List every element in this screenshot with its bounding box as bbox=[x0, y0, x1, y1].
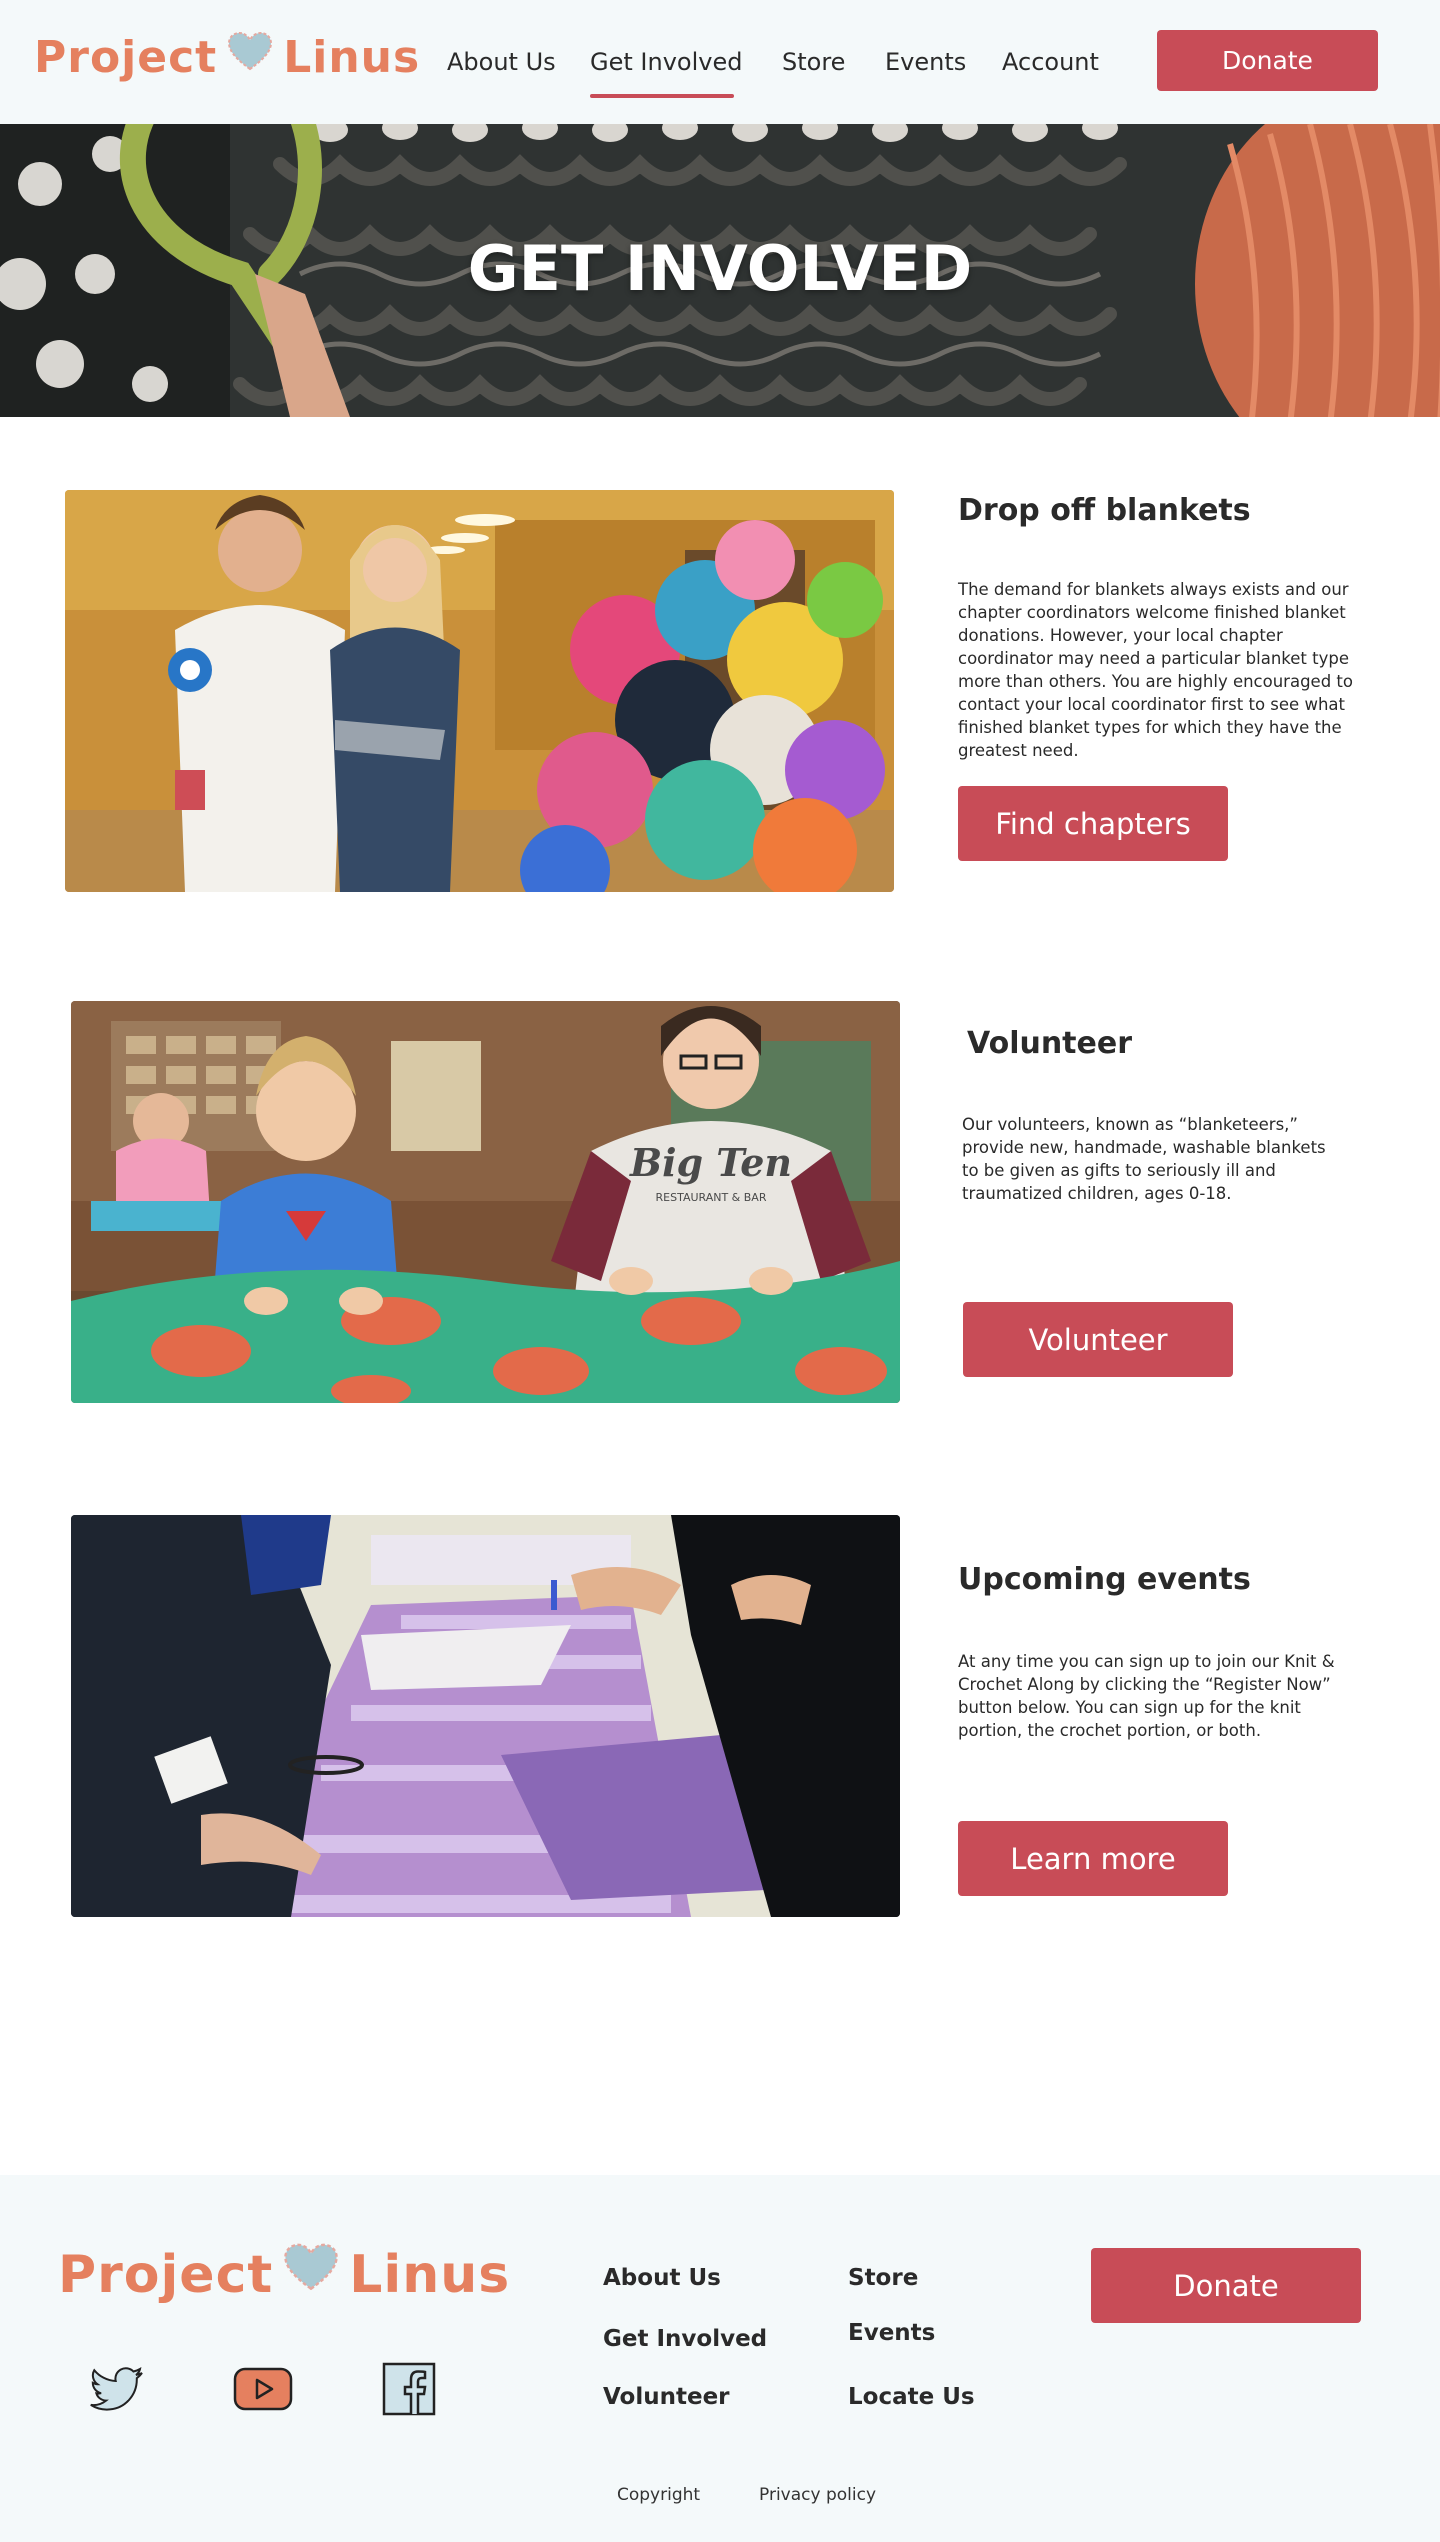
find-chapters-button[interactable]: Find chapters bbox=[958, 786, 1228, 861]
header-donate-button[interactable]: Donate bbox=[1157, 30, 1378, 91]
nav-store[interactable]: Store bbox=[782, 48, 845, 76]
hero-title: GET INVOLVED bbox=[467, 232, 973, 305]
nav-about-us[interactable]: About Us bbox=[447, 48, 556, 76]
blanket-dropoff-photo bbox=[65, 490, 894, 892]
twitter-icon[interactable] bbox=[90, 2365, 146, 2417]
heart-logo-icon bbox=[227, 31, 273, 83]
shirt-print-subtext: RESTAURANT & BAR bbox=[656, 1191, 767, 1204]
footer-link-volunteer[interactable]: Volunteer bbox=[603, 2384, 730, 2410]
footer-logo-text-right: Linus bbox=[349, 2244, 511, 2305]
heart-logo-icon bbox=[283, 2243, 339, 2306]
nav-account[interactable]: Account bbox=[1002, 48, 1099, 76]
footer-link-get-involved[interactable]: Get Involved bbox=[603, 2326, 767, 2352]
copyright-link[interactable]: Copyright bbox=[617, 2485, 700, 2505]
logo-text-left: Project bbox=[34, 32, 218, 83]
volunteer-photo: Big Ten RESTAURANT & BAR bbox=[71, 1001, 900, 1403]
site-logo[interactable]: Project Linus bbox=[34, 31, 421, 83]
nav-get-involved[interactable]: Get Involved bbox=[590, 48, 742, 76]
section-body-drop-off: The demand for blankets always exists an… bbox=[958, 580, 1353, 760]
footer-donate-button[interactable]: Donate bbox=[1091, 2248, 1361, 2323]
shirt-print-text: Big Ten bbox=[629, 1140, 792, 1185]
volunteer-button[interactable]: Volunteer bbox=[963, 1302, 1233, 1377]
privacy-policy-link[interactable]: Privacy policy bbox=[759, 2485, 876, 2505]
footer-logo-text-left: Project bbox=[58, 2244, 274, 2305]
learn-more-button[interactable]: Learn more bbox=[958, 1821, 1228, 1896]
footer-link-store[interactable]: Store bbox=[848, 2265, 918, 2291]
nav-events[interactable]: Events bbox=[885, 48, 966, 76]
active-nav-indicator bbox=[590, 94, 734, 98]
site-header: Project Linus About Us Get Involved Stor… bbox=[0, 0, 1440, 124]
section-title-volunteer: Volunteer bbox=[967, 1026, 1133, 1061]
section-body-events: At any time you can sign up to join our … bbox=[958, 1652, 1335, 1740]
section-body-volunteer: Our volunteers, known as “blanketeers,” … bbox=[962, 1115, 1326, 1203]
upcoming-events-photo bbox=[71, 1515, 900, 1917]
footer-logo[interactable]: Project Linus bbox=[58, 2243, 510, 2306]
facebook-icon[interactable] bbox=[382, 2362, 436, 2420]
footer-link-about-us[interactable]: About Us bbox=[603, 2265, 721, 2291]
hero-banner: GET INVOLVED bbox=[0, 124, 1440, 417]
footer-link-events[interactable]: Events bbox=[848, 2320, 935, 2346]
site-footer: Project Linus About Us Get Involved Volu… bbox=[0, 2175, 1440, 2542]
logo-text-right: Linus bbox=[283, 32, 421, 83]
section-title-events: Upcoming events bbox=[958, 1562, 1251, 1597]
youtube-icon[interactable] bbox=[233, 2367, 293, 2415]
section-title-drop-off: Drop off blankets bbox=[958, 493, 1251, 528]
footer-link-locate-us[interactable]: Locate Us bbox=[848, 2384, 975, 2410]
